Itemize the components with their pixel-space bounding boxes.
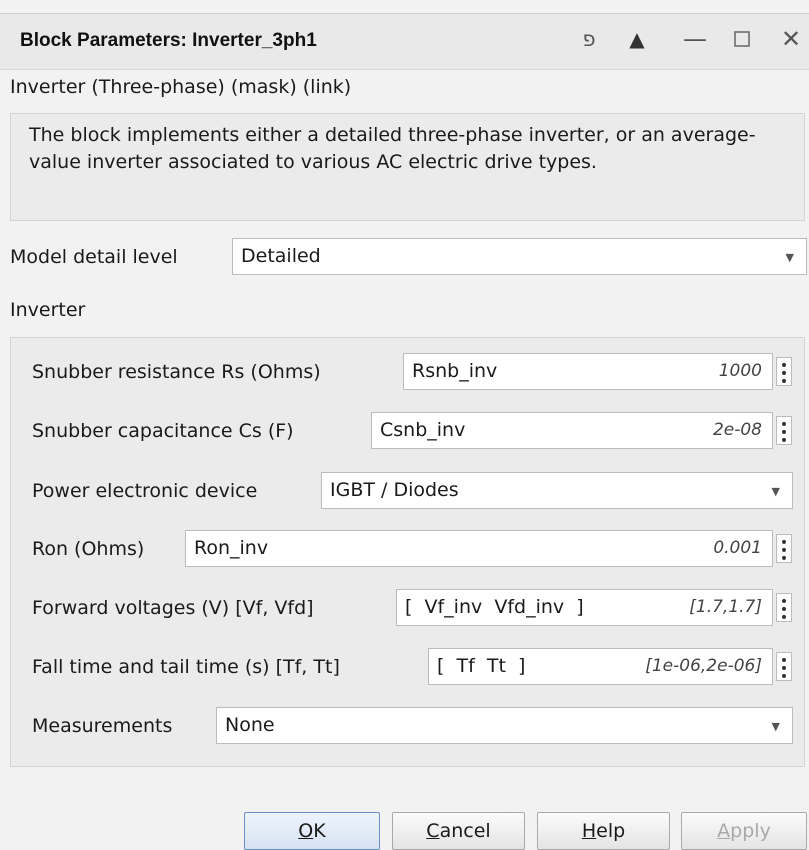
section-title: Inverter [10,299,86,321]
vf-input[interactable]: [ Vf_inv Vfd_inv ] [1.7,1.7] [396,589,773,626]
tf-input[interactable]: [ Tf Tt ] [1e-06,2e-06] [428,648,773,685]
maximize-icon[interactable] [727,24,757,56]
window-title: Block Parameters: Inverter_3ph1 [20,30,317,51]
cancel-mnemonic: C [426,820,440,842]
block-parameters-dialog: Block Parameters: Inverter_3ph1 פ ▲ — ✕ … [0,0,809,850]
model-detail-label: Model detail level [10,246,178,268]
cs-evaluated: 2e-08 [712,420,762,440]
tf-menu-icon[interactable]: • • • [776,652,792,684]
ron-menu-icon[interactable]: • • • [776,534,792,566]
ok-label: K [313,820,326,842]
rs-menu-icon[interactable]: • • • [776,357,792,389]
minimize-icon[interactable]: — [680,24,710,54]
cs-menu-icon[interactable]: • • • [776,416,792,448]
tf-evaluated: [1e-06,2e-06] [645,656,762,676]
chevron-down-icon: ▼ [771,720,780,733]
cs-input[interactable]: Csnb_inv 2e-08 [371,412,773,449]
tf-label: Fall time and tail time (s) [Tf, Tt] [32,656,340,678]
vf-value: [ Vf_inv Vfd_inv ] [405,596,584,618]
close-icon[interactable]: ✕ [776,24,806,54]
model-detail-dropdown[interactable]: Detailed ▼ [232,238,807,275]
apply-mnemonic: A [717,820,731,842]
cancel-button[interactable]: Cancel [392,812,525,850]
vf-label: Forward voltages (V) [Vf, Vfd] [32,597,314,619]
cs-label: Snubber capacitance Cs (F) [32,420,294,442]
apply-button[interactable]: Apply [681,812,807,850]
cs-value: Csnb_inv [380,419,466,441]
apply-label: pply [730,820,771,842]
description-box: The block implements either a detailed t… [10,113,805,221]
ron-evaluated: 0.001 [713,538,762,558]
pin-icon[interactable]: פ [574,24,604,54]
device-dropdown[interactable]: IGBT / Diodes ▼ [321,472,793,509]
help-label: elp [596,820,626,842]
vf-menu-icon[interactable]: • • • [776,593,792,625]
vf-evaluated: [1.7,1.7] [689,597,762,617]
rs-label: Snubber resistance Rs (Ohms) [32,361,321,383]
ron-label: Ron (Ohms) [32,538,145,560]
ok-button[interactable]: OK [244,812,380,850]
triangle-up-icon[interactable]: ▲ [622,24,652,54]
measurements-dropdown[interactable]: None ▼ [216,707,793,744]
ron-value: Ron_inv [194,537,269,559]
measurements-value: None [225,714,275,736]
device-value: IGBT / Diodes [330,479,459,501]
help-button[interactable]: Help [537,812,670,850]
ron-input[interactable]: Ron_inv 0.001 [185,530,773,567]
rs-input[interactable]: Rsnb_inv 1000 [403,353,773,390]
cancel-label: ancel [439,820,491,842]
rs-evaluated: 1000 [718,361,762,381]
title-bar[interactable]: Block Parameters: Inverter_3ph1 פ ▲ — ✕ [0,13,809,70]
help-mnemonic: H [581,820,597,842]
chevron-down-icon: ▼ [785,251,794,264]
measurements-label: Measurements [32,715,173,737]
model-detail-value: Detailed [241,245,321,267]
tf-value: [ Tf Tt ] [437,655,526,677]
device-label: Power electronic device [32,480,258,502]
ok-mnemonic: O [298,820,314,842]
mask-title: Inverter (Three-phase) (mask) (link) [10,76,352,98]
description-text: The block implements either a detailed t… [29,124,756,173]
rs-value: Rsnb_inv [412,360,498,382]
chevron-down-icon: ▼ [771,485,780,498]
